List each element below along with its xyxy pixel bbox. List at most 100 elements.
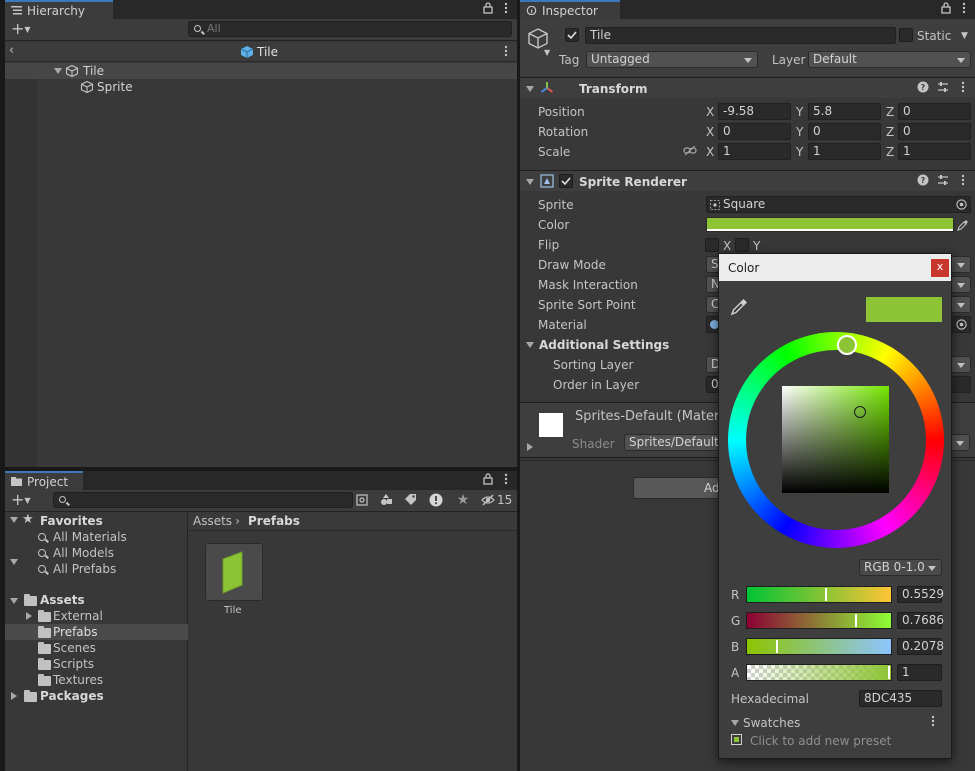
expand-arrow-icon[interactable]: [526, 86, 534, 92]
position-z-field[interactable]: 0: [898, 103, 971, 120]
preset-sliders-icon[interactable]: [936, 174, 950, 188]
saturation-value-square[interactable]: [782, 386, 889, 493]
close-button[interactable]: x: [931, 259, 949, 277]
filter-by-label-icon[interactable]: [403, 493, 417, 507]
scale-x-field[interactable]: 1: [718, 143, 791, 160]
add-preset-label[interactable]: Click to add new preset: [750, 733, 891, 749]
position-x-field[interactable]: -9.58: [718, 103, 791, 120]
channel-r-slider[interactable]: [746, 586, 892, 603]
hex-input[interactable]: 8DC435: [859, 690, 942, 707]
axis-y-label[interactable]: Y: [796, 144, 803, 160]
axis-x-label[interactable]: X: [706, 124, 714, 140]
color-mode-dropdown[interactable]: RGB 0-1.0: [859, 559, 942, 576]
more-options-icon[interactable]: [499, 473, 513, 487]
axis-y-label[interactable]: Y: [796, 124, 803, 140]
asset-folder-item[interactable]: Textures: [53, 672, 103, 688]
favorite-item[interactable]: All Materials: [53, 529, 127, 545]
axis-z-label[interactable]: Z: [886, 124, 894, 140]
flip-x-checkbox[interactable]: [705, 238, 719, 252]
rotation-z-field[interactable]: 0: [898, 123, 971, 140]
hierarchy-search-input[interactable]: All: [188, 21, 512, 37]
hue-wheel-handle[interactable]: [837, 335, 857, 355]
scale-z-field[interactable]: 1: [898, 143, 971, 160]
additional-settings-label[interactable]: Additional Settings: [539, 337, 669, 353]
channel-b-slider[interactable]: [746, 638, 892, 655]
component-more-icon[interactable]: [956, 174, 970, 188]
object-picker-icon[interactable]: [956, 199, 967, 210]
help-icon[interactable]: ?: [916, 81, 930, 95]
channel-a-value[interactable]: 1: [897, 664, 942, 681]
lock-icon[interactable]: [481, 2, 495, 16]
favorite-item[interactable]: All Prefabs: [53, 561, 116, 577]
expand-arrow-icon[interactable]: [54, 68, 62, 74]
object-name-input[interactable]: Tile: [585, 27, 896, 44]
breadcrumb-current[interactable]: Prefabs: [248, 513, 300, 529]
expand-arrow-icon[interactable]: [526, 342, 534, 348]
layer-dropdown[interactable]: Default: [808, 51, 971, 68]
static-checkbox[interactable]: [899, 28, 913, 42]
collapse-arrow-icon[interactable]: [527, 443, 533, 451]
axis-x-label[interactable]: X: [706, 104, 714, 120]
filter-by-type-icon[interactable]: [379, 493, 393, 507]
channel-slider-handle[interactable]: [776, 640, 778, 653]
help-icon[interactable]: ?: [916, 174, 930, 188]
favorites-label[interactable]: Favorites: [40, 513, 103, 529]
channel-g-value[interactable]: 0.7686: [897, 612, 944, 629]
eyedropper-icon[interactable]: [957, 219, 969, 231]
breadcrumb-more-icon[interactable]: [499, 45, 513, 59]
active-checkbox[interactable]: [565, 28, 579, 42]
saturation-value-handle[interactable]: [854, 406, 866, 418]
channel-slider-handle[interactable]: [888, 666, 890, 679]
project-tab[interactable]: Project: [5, 471, 83, 490]
channel-a-slider[interactable]: [746, 664, 892, 681]
inspector-tab[interactable]: Inspector: [520, 0, 620, 19]
favorite-item[interactable]: All Models: [53, 545, 114, 561]
sprite-object-field[interactable]: Square: [706, 196, 971, 213]
search-by-type-icon[interactable]: [355, 494, 369, 508]
channel-slider-handle[interactable]: [825, 588, 827, 601]
eyedropper-icon[interactable]: [730, 298, 748, 316]
expand-arrow-icon[interactable]: [10, 598, 18, 604]
swatches-label[interactable]: Swatches: [743, 715, 800, 731]
hierarchy-tab[interactable]: Hierarchy: [5, 0, 113, 19]
rotation-y-field[interactable]: 0: [808, 123, 881, 140]
more-options-icon[interactable]: [499, 2, 513, 16]
expand-arrow-icon[interactable]: [731, 720, 739, 726]
axis-z-label[interactable]: Z: [886, 144, 894, 160]
position-y-field[interactable]: 5.8: [808, 103, 881, 120]
color-field[interactable]: [706, 217, 954, 232]
component-more-icon[interactable]: [956, 81, 970, 95]
object-picker-icon[interactable]: [956, 319, 967, 330]
back-chevron-icon[interactable]: ‹: [9, 43, 14, 59]
log-filter-icon[interactable]: [429, 493, 443, 507]
asset-folder-item[interactable]: Scenes: [53, 640, 96, 656]
packages-label[interactable]: Packages: [40, 688, 104, 704]
more-options-icon[interactable]: [957, 2, 971, 16]
axis-x-label[interactable]: X: [706, 144, 714, 160]
rotation-x-field[interactable]: 0: [718, 123, 791, 140]
lock-icon[interactable]: [481, 473, 495, 487]
channel-b-value[interactable]: 0.2078: [897, 638, 944, 655]
expand-arrow-icon[interactable]: [10, 517, 18, 523]
static-dropdown-caret-icon[interactable]: ▼: [961, 28, 968, 44]
add-object-button[interactable]: +▼: [11, 21, 37, 37]
sprite-renderer-enabled-checkbox[interactable]: [559, 174, 573, 188]
scale-y-field[interactable]: 1: [808, 143, 881, 160]
expand-arrow-icon[interactable]: [10, 559, 18, 565]
sprite-renderer-header[interactable]: Sprite Renderer ?: [520, 170, 975, 191]
axis-z-label[interactable]: Z: [886, 104, 894, 120]
constrain-proportions-icon[interactable]: [683, 146, 697, 156]
lock-icon[interactable]: [939, 2, 953, 16]
expand-arrow-icon[interactable]: [526, 179, 534, 185]
project-search-input[interactable]: [53, 492, 353, 508]
axis-y-label[interactable]: Y: [796, 104, 803, 120]
asset-folder-item[interactable]: Scripts: [53, 656, 94, 672]
preset-swatch[interactable]: [731, 734, 742, 745]
channel-g-slider[interactable]: [746, 612, 892, 629]
hierarchy-row-tile[interactable]: Tile: [5, 63, 517, 79]
asset-folder-item[interactable]: External: [53, 608, 103, 624]
channel-r-value[interactable]: 0.5529: [897, 586, 944, 603]
create-asset-button[interactable]: +▼: [11, 492, 37, 508]
breadcrumb-root[interactable]: Assets: [193, 513, 232, 529]
preset-sliders-icon[interactable]: [936, 81, 950, 95]
